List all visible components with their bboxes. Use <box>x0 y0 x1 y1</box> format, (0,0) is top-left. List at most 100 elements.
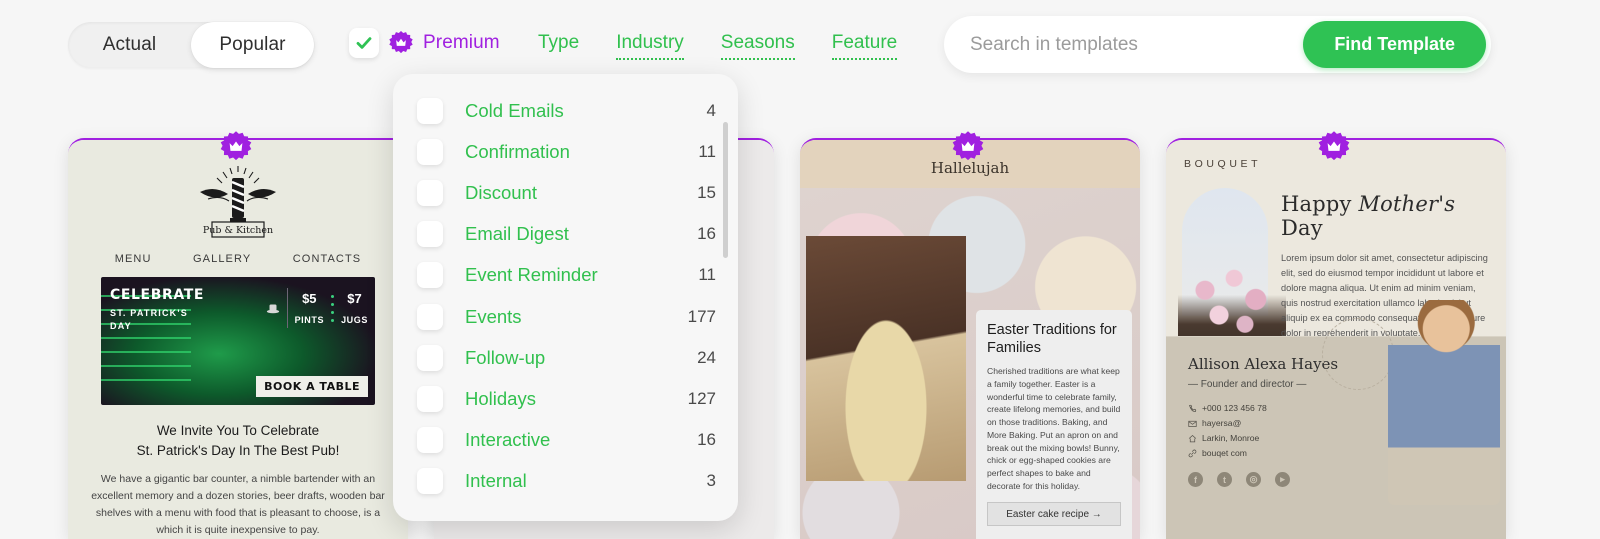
price-amount: $7 <box>347 291 362 306</box>
instagram-icon[interactable]: ◎ <box>1246 472 1261 487</box>
checkbox-discount[interactable] <box>417 179 443 206</box>
tumblr-icon[interactable]: t <box>1217 472 1232 487</box>
book-a-table-button[interactable]: BOOK A TABLE <box>256 376 368 397</box>
contact-address: Larkin, Monroe <box>1188 433 1286 443</box>
youtube-icon[interactable]: ▸ <box>1275 472 1290 487</box>
premium-crown-badge-card3 <box>952 131 984 161</box>
pub-nav-menu[interactable]: MENU <box>115 253 152 265</box>
checkbox-event-reminder[interactable] <box>417 262 443 289</box>
address-value: Larkin, Monroe <box>1202 433 1260 443</box>
type-filter-dropdown: Cold Emails 4 Confirmation 11 Discount 1… <box>393 74 738 521</box>
sort-toggle[interactable]: Actual Popular <box>68 22 314 68</box>
checkbox-interactive[interactable] <box>417 427 443 454</box>
easter-template-preview: ✝ Hallelujah Easter Traditions for Famil… <box>800 140 1140 539</box>
dropdown-item-count: 11 <box>698 265 716 285</box>
dropdown-item-count: 16 <box>697 430 716 450</box>
price-jugs: $7 JUGS <box>341 291 368 325</box>
dropdown-item-cold-emails[interactable]: Cold Emails 4 <box>417 90 716 131</box>
dropdown-item-count: 3 <box>706 471 716 491</box>
templates-gallery-page: Actual Popular Premium Type Industry Sea… <box>0 0 1600 539</box>
pub-nav-contacts[interactable]: CONTACTS <box>293 253 361 265</box>
easter-paragraph: Cherished traditions are what keep a fam… <box>987 366 1121 491</box>
dropdown-item-count: 24 <box>697 347 716 367</box>
easter-text-panel: Easter Traditions for Families Cherished… <box>976 310 1132 539</box>
premium-crown-badge-card1 <box>220 131 252 161</box>
price-dots-decoration <box>331 294 335 322</box>
contact-email: hayersa@ <box>1188 418 1286 428</box>
dropdown-item-follow-up[interactable]: Follow-up 24 <box>417 337 716 378</box>
dropdown-item-label: Internal <box>465 470 527 492</box>
pub-body: We Invite You To Celebrate St. Patrick's… <box>68 405 408 539</box>
checkbox-follow-up[interactable] <box>417 344 443 371</box>
premium-checkbox[interactable] <box>349 28 379 58</box>
contact-website: bouqet com <box>1188 448 1286 458</box>
checkbox-holidays[interactable] <box>417 385 443 412</box>
mothers-day-title: Happy Mother's Day <box>1281 192 1494 240</box>
hero-subtitle-line2: DAY <box>110 321 132 331</box>
premium-label[interactable]: Premium <box>423 32 500 54</box>
dropdown-notch <box>549 74 575 77</box>
dropdown-item-holidays[interactable]: Holidays 127 <box>417 378 716 419</box>
filter-link-feature[interactable]: Feature <box>831 32 898 60</box>
premium-crown-badge-card4 <box>1318 131 1350 161</box>
filter-link-type[interactable]: Type <box>538 32 579 58</box>
checkbox-internal[interactable] <box>417 468 443 495</box>
dropdown-list: Cold Emails 4 Confirmation 11 Discount 1… <box>393 90 738 502</box>
dropdown-scrollbar[interactable] <box>723 122 728 258</box>
template-cards: Pub & Kitchen MENU GALLERY CONTACTS CELE… <box>0 130 1600 539</box>
dropdown-item-label: Interactive <box>465 429 551 451</box>
dropdown-item-discount[interactable]: Discount 15 <box>417 172 716 213</box>
dropdown-item-label: Event Reminder <box>465 264 598 286</box>
easter-cake-recipe-button[interactable]: Easter cake recipe → <box>987 502 1121 527</box>
pub-nav-gallery[interactable]: GALLERY <box>193 253 251 265</box>
dropdown-item-count: 16 <box>697 224 716 244</box>
price-unit: PINTS <box>294 315 325 325</box>
pub-paragraph: We have a gigantic bar counter, a nimble… <box>91 473 385 537</box>
dropdown-item-count: 177 <box>687 306 716 326</box>
dropdown-item-event-reminder[interactable]: Event Reminder 11 <box>417 255 716 296</box>
dropdown-item-count: 15 <box>697 182 716 202</box>
filter-link-industry[interactable]: Industry <box>616 32 684 60</box>
title-part-em: Mother's <box>1358 192 1456 216</box>
pub-hero-banner: CELEBRATE ST. PATRICK'S DAY $5 PINTS $7 … <box>101 277 375 405</box>
title-part-2: Day <box>1281 216 1323 240</box>
contact-list: +000 123 456 78 hayersa@ Larkin, Monroe <box>1166 390 1391 458</box>
find-template-button[interactable]: Find Template <box>1303 21 1486 68</box>
template-card-easter[interactable]: ✝ Hallelujah Easter Traditions for Famil… <box>800 138 1140 539</box>
link-icon <box>1188 449 1197 457</box>
contact-phone: +000 123 456 78 <box>1188 403 1286 413</box>
filter-links: Type Industry Seasons Feature <box>538 32 898 60</box>
price-unit: JUGS <box>341 315 368 325</box>
title-part-1: Happy <box>1281 192 1359 216</box>
toolbar: Actual Popular Premium Type Industry Sea… <box>0 0 1600 90</box>
facebook-icon[interactable]: f <box>1188 472 1203 487</box>
website-value: bouqet com <box>1202 448 1247 458</box>
checkbox-events[interactable] <box>417 303 443 330</box>
dropdown-item-events[interactable]: Events 177 <box>417 296 716 337</box>
search-input[interactable] <box>944 33 1304 56</box>
phone-icon <box>1189 404 1197 412</box>
premium-filter[interactable]: Premium <box>349 28 500 58</box>
price-pints: $5 PINTS <box>295 291 325 325</box>
hero-title: CELEBRATE <box>110 287 205 303</box>
dropdown-item-email-digest[interactable]: Email Digest 16 <box>417 214 716 255</box>
dropdown-item-interactive[interactable]: Interactive 16 <box>417 420 716 461</box>
checkbox-confirmation[interactable] <box>417 138 443 165</box>
hero-price-block: $5 PINTS $7 JUGS <box>266 288 368 328</box>
easter-title: Easter Traditions for Families <box>987 322 1117 357</box>
checkbox-email-digest[interactable] <box>417 221 443 248</box>
template-card-pub[interactable]: Pub & Kitchen MENU GALLERY CONTACTS CELE… <box>68 138 408 539</box>
price-amount: $5 <box>302 291 317 306</box>
dropdown-item-label: Cold Emails <box>465 99 564 121</box>
price-divider <box>286 288 288 328</box>
search-bar: Find Template <box>944 16 1491 73</box>
dropdown-item-internal[interactable]: Internal 3 <box>417 461 716 502</box>
checkbox-cold-emails[interactable] <box>417 97 443 124</box>
toggle-option-actual[interactable]: Actual <box>68 22 191 68</box>
filter-link-seasons[interactable]: Seasons <box>720 32 795 60</box>
hero-text-block: CELEBRATE ST. PATRICK'S DAY <box>110 287 204 331</box>
dropdown-item-confirmation[interactable]: Confirmation 11 <box>417 131 716 172</box>
template-card-mothers-day[interactable]: BOUQUET Happy Mother's Day Lorem ipsum d… <box>1166 138 1506 539</box>
ring-decoration <box>1322 318 1394 390</box>
toggle-option-popular[interactable]: Popular <box>191 22 314 68</box>
